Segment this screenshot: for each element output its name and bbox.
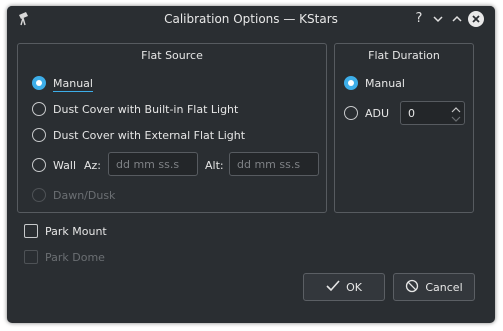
ok-button[interactable]: OK: [303, 273, 385, 301]
flat-source-builtin-label[interactable]: Dust Cover with Built-in Flat Light: [53, 103, 238, 116]
flat-source-wall-radio[interactable]: [32, 158, 46, 172]
flat-duration-group: Flat Duration Manual ADU 0: [334, 43, 474, 213]
park-dome-label[interactable]: Park Dome: [45, 251, 105, 264]
flat-duration-manual-label[interactable]: Manual: [365, 77, 405, 90]
alt-input[interactable]: dd mm ss.s: [229, 152, 319, 176]
cancel-label: Cancel: [425, 280, 463, 294]
maximize-button[interactable]: [449, 11, 465, 27]
flat-source-builtin-radio[interactable]: [32, 102, 46, 116]
adu-spinbox[interactable]: 0: [400, 101, 465, 125]
flat-source-manual-radio[interactable]: [32, 76, 46, 90]
adu-value[interactable]: 0: [408, 107, 415, 120]
spin-up-icon[interactable]: [451, 104, 461, 113]
park-mount-checkbox[interactable]: [24, 224, 38, 238]
flat-duration-adu-radio[interactable]: [344, 106, 358, 120]
cancel-button[interactable]: Cancel: [393, 273, 475, 301]
flat-source-wall-label[interactable]: Wall: [53, 159, 76, 172]
park-dome-checkbox[interactable]: [24, 250, 38, 264]
cancel-icon: [405, 279, 419, 296]
help-button[interactable]: ?: [411, 11, 427, 27]
title-bar: Calibration Options — KStars ?: [7, 6, 495, 32]
close-button[interactable]: [468, 11, 484, 27]
park-mount-label[interactable]: Park Mount: [45, 225, 107, 238]
chevron-up-icon: [452, 15, 462, 22]
flat-source-title: Flat Source: [141, 49, 203, 62]
checkmark-icon: [326, 279, 340, 295]
flat-source-dawn-dusk-label[interactable]: Dawn/Dusk: [53, 189, 115, 202]
flat-source-external-radio[interactable]: [32, 128, 46, 142]
ok-label: OK: [346, 280, 362, 294]
flat-source-external-label[interactable]: Dust Cover with External Flat Light: [53, 129, 245, 142]
chevron-down-icon: [433, 16, 443, 23]
az-label: Az:: [84, 159, 102, 172]
close-icon: [472, 15, 480, 23]
flat-duration-adu-label[interactable]: ADU: [365, 107, 389, 120]
flat-duration-title: Flat Duration: [368, 49, 440, 62]
flat-source-manual-label[interactable]: Manual: [53, 77, 93, 92]
flat-source-dawn-dusk-radio[interactable]: [32, 188, 46, 202]
spin-down-icon[interactable]: [451, 114, 461, 123]
alt-label: Alt:: [205, 159, 224, 172]
az-input[interactable]: dd mm ss.s: [108, 152, 198, 176]
calibration-options-dialog: Calibration Options — KStars ? Flat Sour…: [7, 6, 495, 323]
flat-source-group: Flat Source Manual Dust Cover with Built…: [17, 43, 327, 213]
minimize-button[interactable]: [430, 11, 446, 27]
flat-duration-manual-radio[interactable]: [344, 76, 358, 90]
